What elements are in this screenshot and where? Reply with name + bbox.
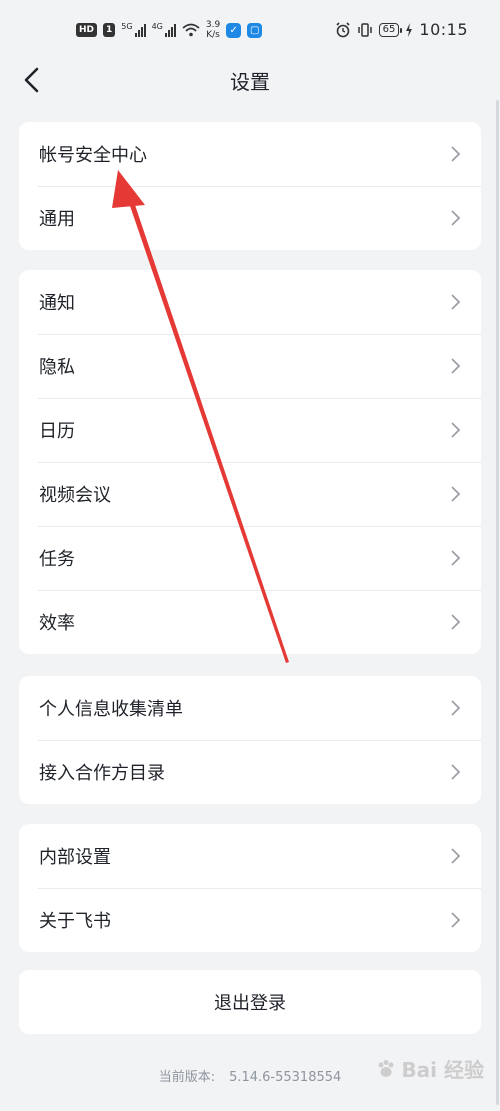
chevron-right-icon: [451, 848, 461, 864]
settings-item-label: 效率: [39, 613, 75, 634]
settings-group-about: 内部设置 关于飞书: [19, 824, 481, 952]
notification-shield-icon: ▢: [247, 22, 263, 38]
settings-item-efficiency[interactable]: 效率: [19, 590, 481, 654]
status-left: HD 1 5G 4G 3.9 K/s ✓ ▢: [76, 20, 263, 40]
alarm-icon: [336, 21, 350, 37]
wifi-icon: [182, 23, 200, 37]
notification-app-icon: ✓: [226, 22, 242, 38]
chevron-right-icon: [451, 614, 461, 630]
network-speed: 3.9 K/s: [206, 20, 220, 40]
settings-item-label: 视频会议: [39, 485, 111, 506]
settings-item-notifications[interactable]: 通知: [19, 270, 481, 334]
settings-item-partner-directory[interactable]: 接入合作方目录: [19, 740, 481, 804]
version-value: 5.14.6-55318554: [229, 1070, 342, 1085]
settings-item-label: 内部设置: [39, 847, 111, 868]
settings-item-label: 帐号安全中心: [39, 145, 147, 166]
settings-item-general[interactable]: 通用: [19, 186, 481, 250]
sim-badge: 1: [103, 23, 116, 37]
status-time: 10:15: [419, 20, 468, 39]
settings-item-privacy[interactable]: 隐私: [19, 334, 481, 398]
chevron-right-icon: [451, 146, 461, 162]
settings-group-privacy-lists: 个人信息收集清单 接入合作方目录: [19, 676, 481, 804]
signal-4g-icon: 4G: [152, 23, 176, 37]
chevron-right-icon: [451, 294, 461, 310]
speed-value: 3.9: [205, 20, 221, 30]
paw-icon: [378, 1059, 394, 1077]
settings-item-label: 接入合作方目录: [39, 763, 165, 784]
speed-unit: K/s: [206, 30, 220, 40]
net2-label: 4G: [151, 22, 163, 31]
chevron-right-icon: [451, 700, 461, 716]
watermark-text: Bai 经验: [401, 1058, 484, 1082]
settings-item-account-security[interactable]: 帐号安全中心: [19, 122, 481, 186]
signal-5g-icon: 5G: [121, 22, 146, 37]
status-bar: HD 1 5G 4G 3.9 K/s ✓ ▢ 65 10:15: [0, 0, 500, 60]
chevron-right-icon: [451, 358, 461, 374]
settings-item-calendar[interactable]: 日历: [19, 398, 481, 462]
nav-header: 设置: [0, 60, 500, 100]
settings-item-label: 通用: [39, 209, 75, 230]
page-title: 设置: [230, 70, 270, 94]
chevron-right-icon: [451, 486, 461, 502]
settings-item-label: 通知: [39, 293, 75, 314]
version-label: 当前版本:: [158, 1070, 216, 1085]
settings-item-label: 日历: [39, 421, 75, 442]
settings-page: HD 1 5G 4G 3.9 K/s ✓ ▢ 65 10:15 设置 帐号安全中…: [0, 0, 500, 1111]
scrollbar[interactable]: [496, 100, 499, 1105]
logout-button[interactable]: 退出登录: [19, 970, 481, 1034]
settings-item-label: 隐私: [39, 357, 75, 378]
settings-item-label: 任务: [39, 549, 75, 570]
chevron-right-icon: [451, 422, 461, 438]
chevron-right-icon: [451, 210, 461, 226]
battery-icon: 65: [378, 22, 403, 37]
chevron-right-icon: [451, 764, 461, 780]
hd-badge: HD: [76, 23, 98, 37]
settings-item-personal-info-list[interactable]: 个人信息收集清单: [19, 676, 481, 740]
vibrate-icon: [357, 22, 372, 37]
settings-group-features: 通知 隐私 日历 视频会议 任务 效率: [19, 270, 481, 654]
net1-label: 5G: [121, 22, 133, 31]
status-right: 65 10:15: [335, 20, 468, 39]
settings-item-internal[interactable]: 内部设置: [19, 824, 481, 888]
settings-item-label: 个人信息收集清单: [39, 699, 183, 720]
chevron-right-icon: [451, 550, 461, 566]
settings-item-about[interactable]: 关于飞书: [19, 888, 481, 952]
chevron-right-icon: [451, 912, 461, 928]
settings-item-video-meeting[interactable]: 视频会议: [19, 462, 481, 526]
settings-item-tasks[interactable]: 任务: [19, 526, 481, 590]
charging-icon: [406, 22, 413, 37]
baidu-watermark: Bai 经验: [375, 1054, 484, 1083]
settings-item-label: 关于飞书: [39, 911, 111, 932]
settings-group-account: 帐号安全中心 通用: [19, 122, 481, 250]
